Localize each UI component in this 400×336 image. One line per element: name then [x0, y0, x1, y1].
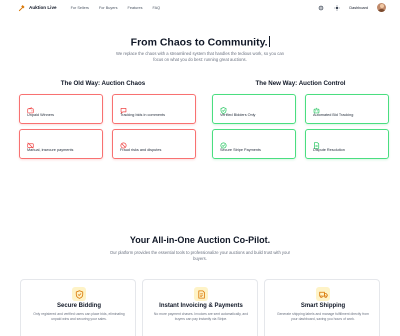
brand[interactable]: Auktion Live	[18, 0, 57, 17]
old-card-fraud-risks: Fraud risks and disputes	[112, 129, 196, 159]
gavel-logo-icon	[18, 0, 25, 17]
feature-desc: Only registered and verified users can p…	[33, 312, 125, 321]
card-label: Tracking bids in comments	[120, 113, 166, 117]
new-card-verified-bidders: Verified Bidders Only	[212, 94, 296, 124]
no-card-icon	[27, 136, 34, 149]
top-nav: Auktion Live For Sellers For Buyers Feat…	[0, 0, 400, 15]
brand-name: Auktion Live	[29, 5, 57, 10]
features-subtitle: Our platform provides the essential tool…	[109, 250, 291, 262]
comment-icon	[120, 101, 127, 114]
avatar[interactable]	[377, 3, 386, 12]
feature-title: Secure Bidding	[56, 303, 101, 309]
card-label: Secure Stripe Payments	[220, 148, 261, 152]
feature-desc: No more payment chases. Invoices are sen…	[153, 312, 249, 321]
old-card-tracking-bids: Tracking bids in comments	[112, 94, 196, 124]
card-label: Automated Bid Tracking	[313, 113, 354, 117]
new-way-grid: Verified Bidders Only Automated Bid Trac…	[212, 94, 389, 159]
theme-toggle-icon[interactable]	[333, 4, 340, 11]
check-circle-icon	[220, 136, 227, 149]
nav-link-faq[interactable]: FAQ	[153, 6, 161, 10]
new-card-stripe-payments: Secure Stripe Payments	[212, 129, 296, 159]
old-way-title: The Old Way: Auction Chaos	[60, 80, 146, 87]
settings-icon[interactable]	[317, 4, 324, 11]
wallet-icon	[27, 101, 34, 114]
hero-title: From Chaos to Community.	[0, 36, 400, 49]
card-label: Manual, insecure payments	[27, 148, 74, 152]
new-card-bid-tracking: Automated Bid Tracking	[305, 94, 389, 124]
document-icon	[313, 136, 320, 149]
feature-card-smart-shipping: Smart Shipping Generate shipping labels …	[264, 279, 380, 336]
nav-link-for-buyers[interactable]: For Buyers	[99, 6, 118, 10]
features-title: Your All-in-One Auction Co-Pilot.	[129, 235, 271, 245]
card-label: Fraud risks and disputes	[120, 148, 162, 152]
feature-title: Smart Shipping	[300, 303, 346, 309]
truck-icon	[316, 287, 330, 301]
new-card-dispute-resolution: Dispute Resolution	[305, 129, 389, 159]
new-way-title: The New Way: Auction Control	[255, 80, 346, 87]
ban-icon	[120, 136, 127, 149]
invoice-icon	[194, 287, 208, 301]
hero-subtitle: We replace the chaos with a streamlined …	[116, 51, 284, 63]
card-label: Dispute Resolution	[313, 148, 345, 152]
feature-title: Instant Invoicing & Payments	[159, 303, 243, 309]
card-label: Verified Bidders Only	[220, 113, 256, 117]
hero-title-text: From Chaos to Community.	[130, 36, 268, 49]
robot-icon	[313, 101, 320, 114]
feature-desc: Generate shipping labels and manage fulf…	[277, 312, 369, 321]
shield-icon	[72, 287, 86, 301]
old-card-manual-payments: Manual, insecure payments	[19, 129, 103, 159]
feature-card-secure-bidding: Secure Bidding Only registered and verif…	[20, 279, 136, 336]
nav-link-for-sellers[interactable]: For Sellers	[71, 6, 89, 10]
nav-link-features[interactable]: Features	[128, 6, 143, 10]
feature-card-invoicing: Instant Invoicing & Payments No more pay…	[142, 279, 258, 336]
shield-check-icon	[220, 101, 227, 114]
card-label: Unpaid Winners	[27, 113, 55, 117]
dashboard-link[interactable]: Dashboard	[349, 6, 368, 10]
old-way-grid: Unpaid Winners Tracking bids in comments…	[19, 94, 196, 159]
old-card-unpaid-winners: Unpaid Winners	[19, 94, 103, 124]
text-cursor	[268, 36, 270, 47]
